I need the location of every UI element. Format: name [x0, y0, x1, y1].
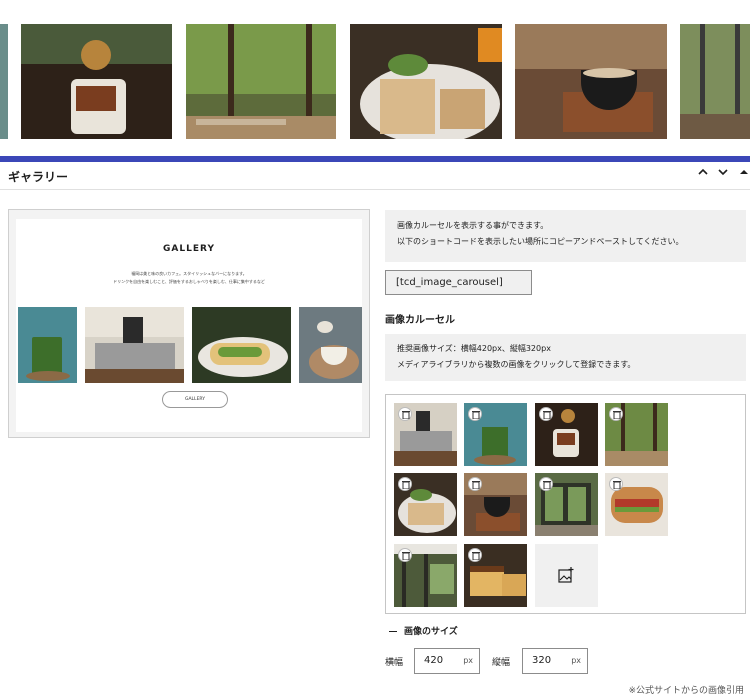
width-value: 420 — [424, 655, 444, 666]
carousel-image-tile[interactable] — [605, 473, 668, 536]
delete-image-icon[interactable] — [609, 407, 623, 421]
add-image-button[interactable] — [535, 544, 598, 607]
delete-image-icon[interactable] — [398, 548, 412, 562]
delete-image-icon[interactable] — [398, 477, 412, 491]
carousel-image-tile[interactable] — [535, 403, 598, 466]
delete-image-icon[interactable] — [468, 548, 482, 562]
image-credit: ※公式サイトからの画像引用 — [628, 686, 744, 696]
panel-title: ギャラリー — [8, 170, 69, 184]
width-input[interactable]: 420 px — [414, 648, 480, 674]
strip-photo-coffee-pour — [21, 24, 172, 139]
preview-title: GALLERY — [163, 244, 215, 254]
height-input[interactable]: 320 px — [522, 648, 588, 674]
preview-gallery-button: GALLERY — [162, 391, 228, 408]
note-line2: メディアライブラリから複数の画像をクリックして登録できます。 — [397, 360, 636, 369]
carousel-image-tile[interactable] — [464, 473, 527, 536]
width-unit: px — [463, 656, 473, 665]
carousel-image-list — [385, 394, 746, 614]
move-up-icon[interactable] — [697, 166, 709, 182]
delete-image-icon[interactable] — [539, 407, 553, 421]
preview-photo-cup — [299, 307, 362, 383]
layout-preview: GALLERY 福岡は美と味の良いカフェ。スタイリッシュなバーになります。 ドリ… — [8, 209, 370, 438]
strip-photo-breakfast — [350, 24, 502, 139]
preview-photo-dish — [192, 307, 291, 383]
delete-image-icon[interactable] — [468, 477, 482, 491]
image-size-toggle[interactable]: 画像のサイズ — [389, 624, 458, 637]
strip-photo-edge — [0, 24, 8, 139]
delete-image-icon[interactable] — [398, 407, 412, 421]
carousel-heading: 画像カルーセル — [385, 315, 455, 326]
collapse-dash-icon — [389, 631, 397, 632]
carousel-image-tile[interactable] — [394, 473, 457, 536]
carousel-image-tile[interactable] — [394, 544, 457, 607]
shortcode-field[interactable]: [tcd_image_carousel] — [385, 270, 532, 295]
height-label: 縦幅 — [492, 658, 511, 668]
shortcode-info: 画像カルーセルを表示する事ができます。 以下のショートコードを表示したい場所にコ… — [385, 210, 746, 262]
image-size-note: 推奨画像サイズ：横幅420px、縦幅320px メディアライブラリから複数の画像… — [385, 334, 746, 381]
preview-photo-espresso-machine — [85, 307, 184, 383]
carousel-image-tile[interactable] — [464, 403, 527, 466]
info-line1: 画像カルーセルを表示する事ができます。 — [397, 221, 549, 230]
carousel-image-tile[interactable] — [605, 403, 668, 466]
carousel-image-tile[interactable] — [394, 403, 457, 466]
carousel-image-tile[interactable] — [464, 544, 527, 607]
delete-image-icon[interactable] — [609, 477, 623, 491]
carousel-strip — [0, 0, 750, 156]
add-image-icon — [558, 567, 574, 583]
strip-photo-window — [680, 24, 750, 139]
info-line2: 以下のショートコードを表示したい場所にコピーアンドペーストしてください。 — [397, 237, 684, 246]
carousel-image-tile[interactable] — [535, 473, 598, 536]
preview-page: GALLERY 福岡は美と味の良いカフェ。スタイリッシュなバーになります。 ドリ… — [16, 219, 362, 432]
preview-description-line1: 福岡は美と味の良いカフェ。スタイリッシュなバーになります。 — [131, 271, 247, 276]
height-unit: px — [571, 656, 581, 665]
height-value: 320 — [532, 655, 552, 666]
strip-photo-latte — [515, 24, 667, 139]
image-size-heading: 画像のサイズ — [404, 627, 458, 637]
delete-image-icon[interactable] — [468, 407, 482, 421]
move-down-icon[interactable] — [717, 166, 729, 182]
collapse-toggle-icon[interactable] — [739, 166, 749, 182]
width-label: 横幅 — [385, 658, 404, 668]
panel-header[interactable]: ギャラリー — [0, 162, 750, 190]
delete-image-icon[interactable] — [539, 477, 553, 491]
preview-description-line2: ドリンクを自由を楽しむこと、評価をするおしゃべりを楽しむ、仕事に集中するなど — [113, 279, 265, 284]
strip-photo-cafe-interior — [186, 24, 336, 139]
note-line1: 推奨画像サイズ：横幅420px、縦幅320px — [397, 344, 551, 353]
preview-photo-matcha — [18, 307, 77, 383]
